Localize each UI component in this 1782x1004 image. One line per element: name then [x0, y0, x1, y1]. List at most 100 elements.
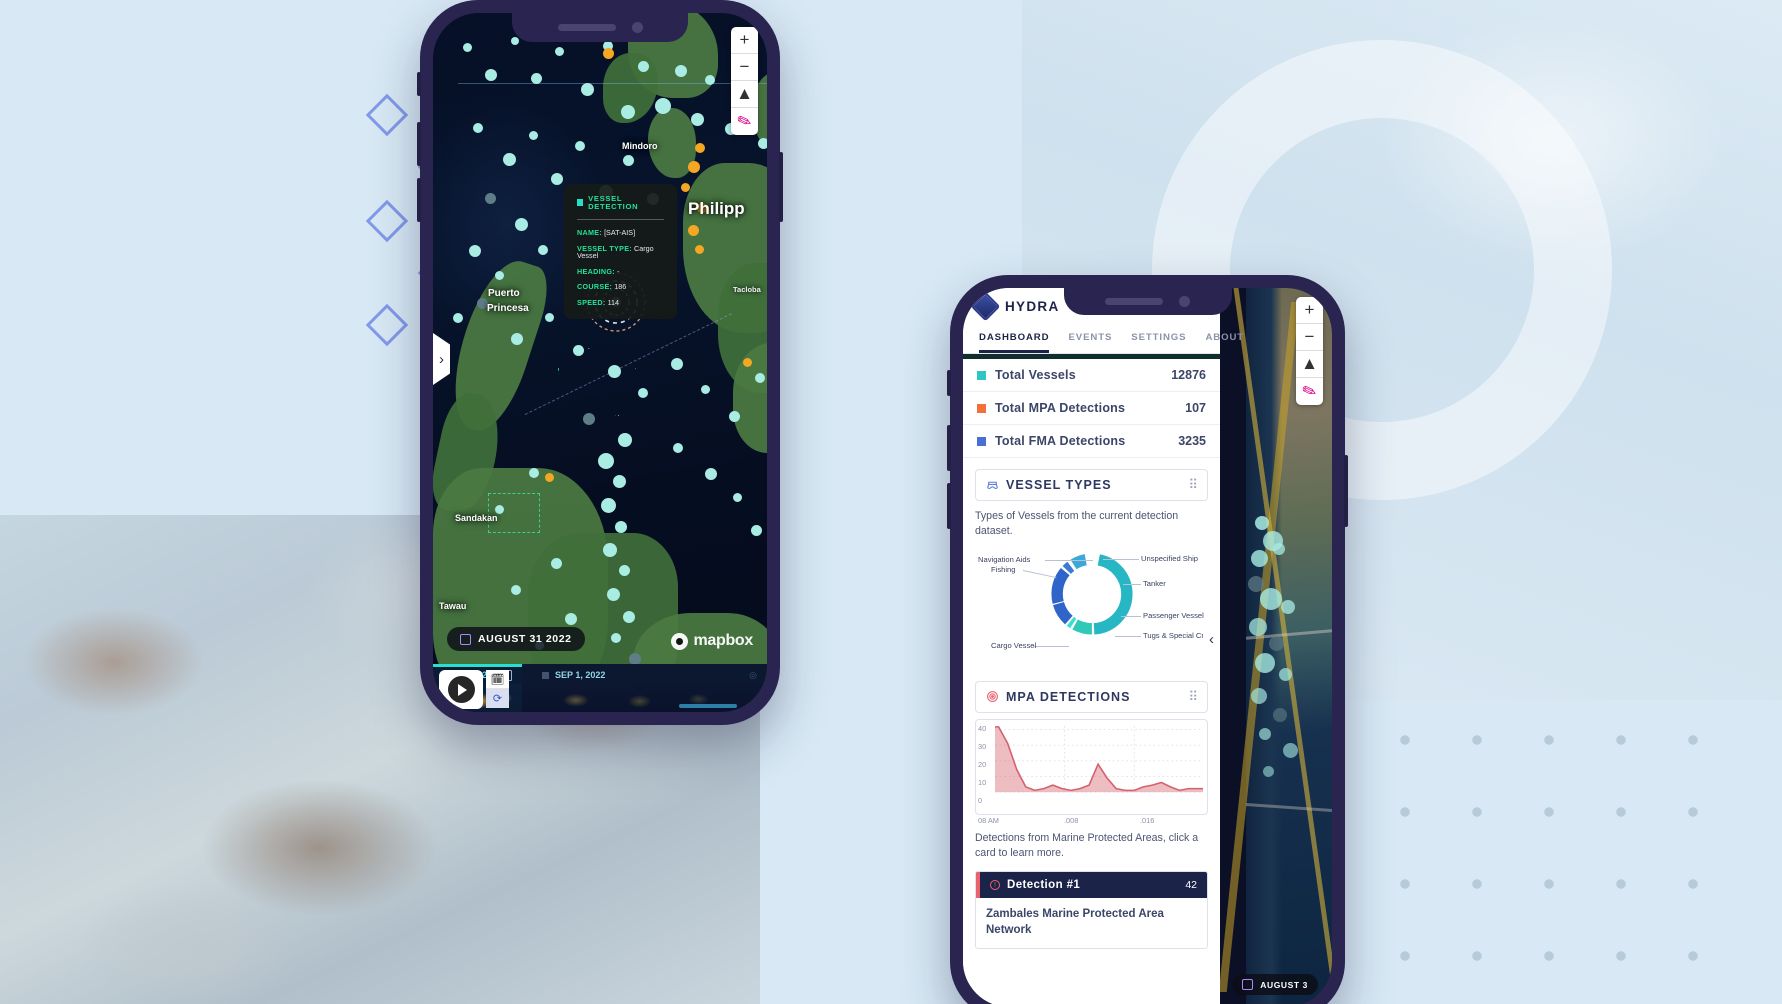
volume-up-button[interactable] — [947, 425, 951, 471]
map-label-puerto: Puerto — [488, 288, 520, 299]
date-badge-map[interactable]: AUGUST 31 2022 — [447, 627, 585, 651]
tooltip-row-speed: SPEED: 114 — [577, 298, 664, 307]
timeline-tool-group[interactable]: 🗓 ⟳ — [486, 670, 509, 708]
tooltip-title: VESSEL DETECTION — [588, 194, 639, 211]
calendar-icon — [1242, 979, 1254, 990]
card-title: MPA DETECTIONS — [1006, 689, 1131, 704]
map-label-sandakan: Sandakan — [455, 513, 498, 523]
tooltip-row-heading: HEADING: - — [577, 266, 664, 276]
mpa-detections-card-header[interactable]: MPA DETECTIONS ⠿ — [975, 680, 1208, 713]
phone-device-dashboard: + − ▲ ✎ HYDRA DASHBOARD EVENTS SETTINGS … — [947, 275, 1348, 1004]
warning-icon: ! — [990, 880, 1000, 891]
volume-down-button[interactable] — [417, 178, 421, 222]
map-controls-map[interactable]: + − ▲ ✎ — [731, 27, 758, 135]
timeline-accent — [433, 664, 522, 667]
mute-switch[interactable] — [947, 370, 951, 396]
zoom-out-icon[interactable]: − — [1296, 324, 1323, 351]
y-tick-40: 40 — [978, 723, 987, 733]
detection-card[interactable]: ! Detection #1 42 Zambales Marine Protec… — [975, 871, 1208, 950]
phone-screen-map: Mindoro Philipp Puerto Princesa Sandakan… — [433, 13, 767, 712]
calendar-icon[interactable]: 🗓 — [486, 670, 509, 689]
donut-label-cargo-vessel: Cargo Vessel — [991, 640, 1037, 650]
map-controls-dashboard[interactable]: + − ▲ ✎ — [1296, 297, 1323, 405]
stat-row-mpa-detections[interactable]: Total MPA Detections 107 — [963, 392, 1220, 425]
map-label-princesa: Princesa — [487, 303, 529, 314]
date-badge-dashboard[interactable]: AUGUST 3 — [1232, 974, 1318, 995]
zoom-out-icon[interactable]: − — [731, 54, 758, 81]
map-label-mindoro: Mindoro — [622, 141, 658, 151]
y-tick-10: 10 — [978, 777, 987, 787]
tooltip-label: NAME: — [577, 227, 603, 237]
tab-settings[interactable]: SETTINGS — [1131, 325, 1186, 353]
stat-row-total-vessels[interactable]: Total Vessels 12876 — [963, 359, 1220, 392]
y-tick-30: 30 — [978, 741, 987, 751]
power-button[interactable] — [779, 152, 783, 222]
tooltip-row-course: COURSE: 186 — [577, 283, 664, 291]
timeline-current-segment[interactable]: 2022 🗓 ⟳ — [433, 664, 522, 712]
vessel-detection-tooltip: VESSEL DETECTION NAME: [SAT-AIS] VESSEL … — [564, 184, 677, 320]
tooltip-value: 186 — [614, 282, 627, 292]
drag-grip-icon[interactable]: ⠿ — [1188, 689, 1197, 705]
legend-swatch-mpa — [977, 403, 986, 413]
y-tick-20: 20 — [978, 759, 987, 769]
phone-device-map: Mindoro Philipp Puerto Princesa Sandakan… — [417, 0, 783, 725]
stat-value: 107 — [1185, 401, 1206, 415]
ruler-icon[interactable]: ✎ — [1296, 374, 1323, 405]
tab-events[interactable]: EVENTS — [1068, 325, 1112, 353]
timeline-scrub-handle[interactable] — [679, 704, 737, 708]
tooltip-title-row: VESSEL DETECTION — [577, 195, 664, 211]
ruler-icon[interactable]: ✎ — [731, 104, 758, 135]
tooltip-divider — [577, 218, 664, 220]
stat-row-fma-detections[interactable]: Total FMA Detections 3235 — [963, 425, 1220, 458]
donut-label-unspecified-ship: Unspecified Ship — [1141, 553, 1198, 563]
timeline-control[interactable]: 2022 🗓 ⟳ SEP 1, 2022 — [433, 664, 767, 712]
vessel-marker-icon — [577, 199, 584, 207]
tooltip-label: COURSE: — [577, 282, 613, 292]
compass-icon[interactable]: ▲ — [1296, 351, 1323, 378]
timeline-secondary-icon[interactable]: ◎ — [749, 670, 757, 681]
tab-dashboard[interactable]: DASHBOARD — [979, 325, 1050, 353]
date-marker-icon — [542, 671, 549, 679]
donut-label-fishing: Fishing — [991, 564, 1016, 574]
area-chart-svg — [995, 725, 1203, 793]
volume-down-button[interactable] — [947, 483, 951, 529]
map-label-tacloban: Tacloba — [733, 285, 761, 294]
tooltip-label: HEADING: — [577, 266, 615, 276]
timeline-next-date-label: SEP 1, 2022 — [555, 670, 606, 680]
timeline-next-segment[interactable]: SEP 1, 2022 ◎ — [522, 664, 767, 712]
tooltip-value: - — [616, 266, 620, 276]
power-button[interactable] — [1344, 455, 1348, 527]
map-label-philippines: Philipp — [688, 199, 745, 218]
tab-about[interactable]: ABOUT — [1205, 325, 1244, 353]
detection-body: Zambales Marine Protected Area Network — [986, 908, 1164, 936]
compass-icon[interactable]: ▲ — [731, 81, 758, 108]
stat-label: Total FMA Detections — [995, 434, 1126, 448]
app-tab-bar[interactable]: DASHBOARD EVENTS SETTINGS ABOUT — [963, 325, 1243, 354]
dashboard-content: Total Vessels 12876 Total MPA Detections… — [963, 359, 1220, 1004]
detection-card-header[interactable]: ! Detection #1 42 — [976, 872, 1207, 899]
volume-up-button[interactable] — [417, 122, 421, 166]
timeline-play-button[interactable] — [439, 670, 483, 709]
donut-label-passenger-vessel: Passenger Vessel — [1143, 610, 1204, 620]
zoom-in-icon[interactable]: + — [1296, 297, 1323, 324]
legend-swatch-vessels — [977, 370, 986, 380]
front-camera — [1179, 296, 1190, 307]
mute-switch[interactable] — [417, 72, 421, 96]
detection-title: Detection #1 — [1007, 879, 1081, 892]
tooltip-value: [SAT-AIS] — [604, 227, 636, 237]
vessel-types-card-header[interactable]: VESSEL TYPES ⠿ — [975, 469, 1208, 501]
donut-svg — [1050, 553, 1133, 635]
mpa-description: Detections from Marine Protected Areas, … — [975, 831, 1199, 860]
refresh-icon[interactable]: ⟳ — [486, 689, 509, 708]
tooltip-row-name: NAME: [SAT-AIS] — [577, 229, 664, 237]
phone-notch-map — [512, 13, 688, 42]
donut-label-tugs-special-craft: Tugs & Special Cr — [1143, 630, 1204, 640]
drag-grip-icon[interactable]: ⠿ — [1188, 477, 1197, 493]
phone-screen-dashboard: + − ▲ ✎ HYDRA DASHBOARD EVENTS SETTINGS … — [963, 288, 1332, 1004]
map-dark-vessels[interactable] — [433, 13, 767, 712]
zoom-in-icon[interactable]: + — [731, 27, 758, 54]
mapbox-attribution[interactable]: mapbox — [671, 632, 753, 650]
decorative-dot-grid — [1297, 704, 1727, 964]
phone-notch-dashboard — [1063, 288, 1232, 315]
x-tick-0: 08 AM — [978, 815, 999, 825]
